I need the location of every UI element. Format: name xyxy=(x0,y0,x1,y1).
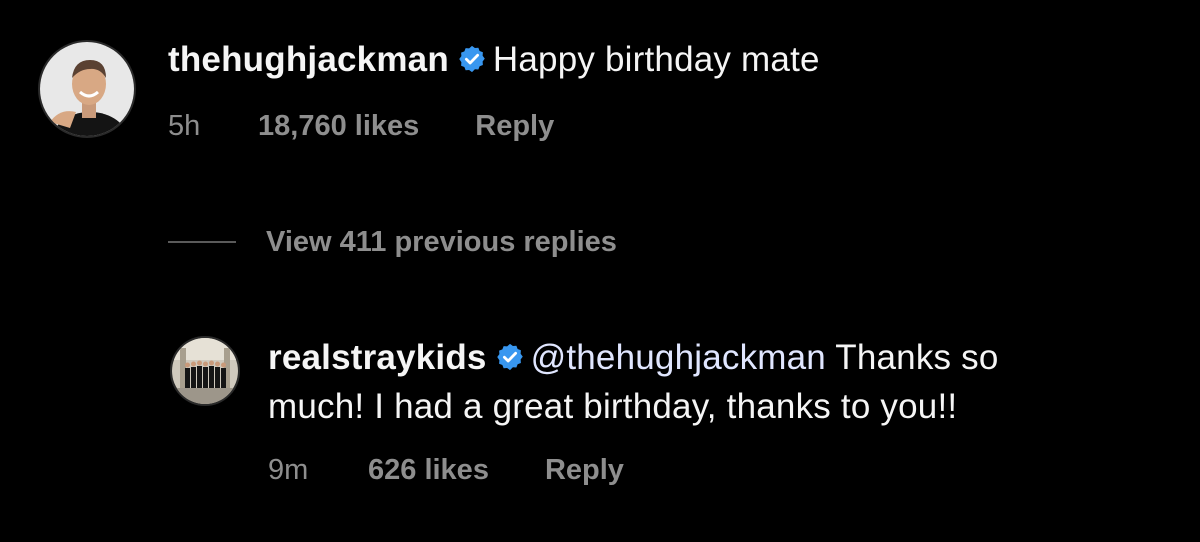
username-link[interactable]: realstraykids xyxy=(268,338,487,377)
username-link[interactable]: thehughjackman xyxy=(168,40,449,79)
mention-link[interactable]: @thehughjackman xyxy=(531,338,826,377)
comment-text-line: thehughjackman Happy birthday mate xyxy=(168,38,1168,85)
comment-meta-thehughjackman: 5h 18,760 likes Reply xyxy=(168,110,554,143)
avatar-realstraykids[interactable] xyxy=(170,336,240,406)
profile-photo-realstraykids xyxy=(172,338,238,404)
divider-line xyxy=(168,241,236,243)
comment-thehughjackman: thehughjackman Happy birthday mate xyxy=(168,38,1168,85)
comment-realstraykids: realstraykids @thehughjackman Thanks so m… xyxy=(268,336,1168,429)
verified-badge-icon xyxy=(495,339,525,383)
likes-count[interactable]: 18,760 likes xyxy=(258,110,419,143)
comment-body-line-1: Thanks so xyxy=(835,338,999,377)
comment-time: 9m xyxy=(268,454,309,486)
view-previous-replies[interactable]: View 411 previous replies xyxy=(168,222,617,262)
comment-meta-realstraykids: 9m 626 likes Reply xyxy=(268,454,624,487)
comment-body: Happy birthday mate xyxy=(492,40,820,79)
comment-time: 5h xyxy=(168,110,201,142)
view-replies-label[interactable]: View 411 previous replies xyxy=(266,226,617,259)
likes-count[interactable]: 626 likes xyxy=(368,454,489,487)
comment-text-line-2: much! I had a great birthday, thanks to … xyxy=(268,385,1168,429)
avatar-thehughjackman[interactable] xyxy=(38,40,136,138)
reply-button[interactable]: Reply xyxy=(475,110,554,143)
verified-badge-icon xyxy=(457,41,487,85)
comment-body-line-2: much! I had a great birthday, thanks to … xyxy=(268,387,958,426)
profile-photo-thehughjackman xyxy=(40,42,134,136)
reply-button[interactable]: Reply xyxy=(545,454,624,487)
comment-text-line-1: realstraykids @thehughjackman Thanks so xyxy=(268,336,1168,383)
